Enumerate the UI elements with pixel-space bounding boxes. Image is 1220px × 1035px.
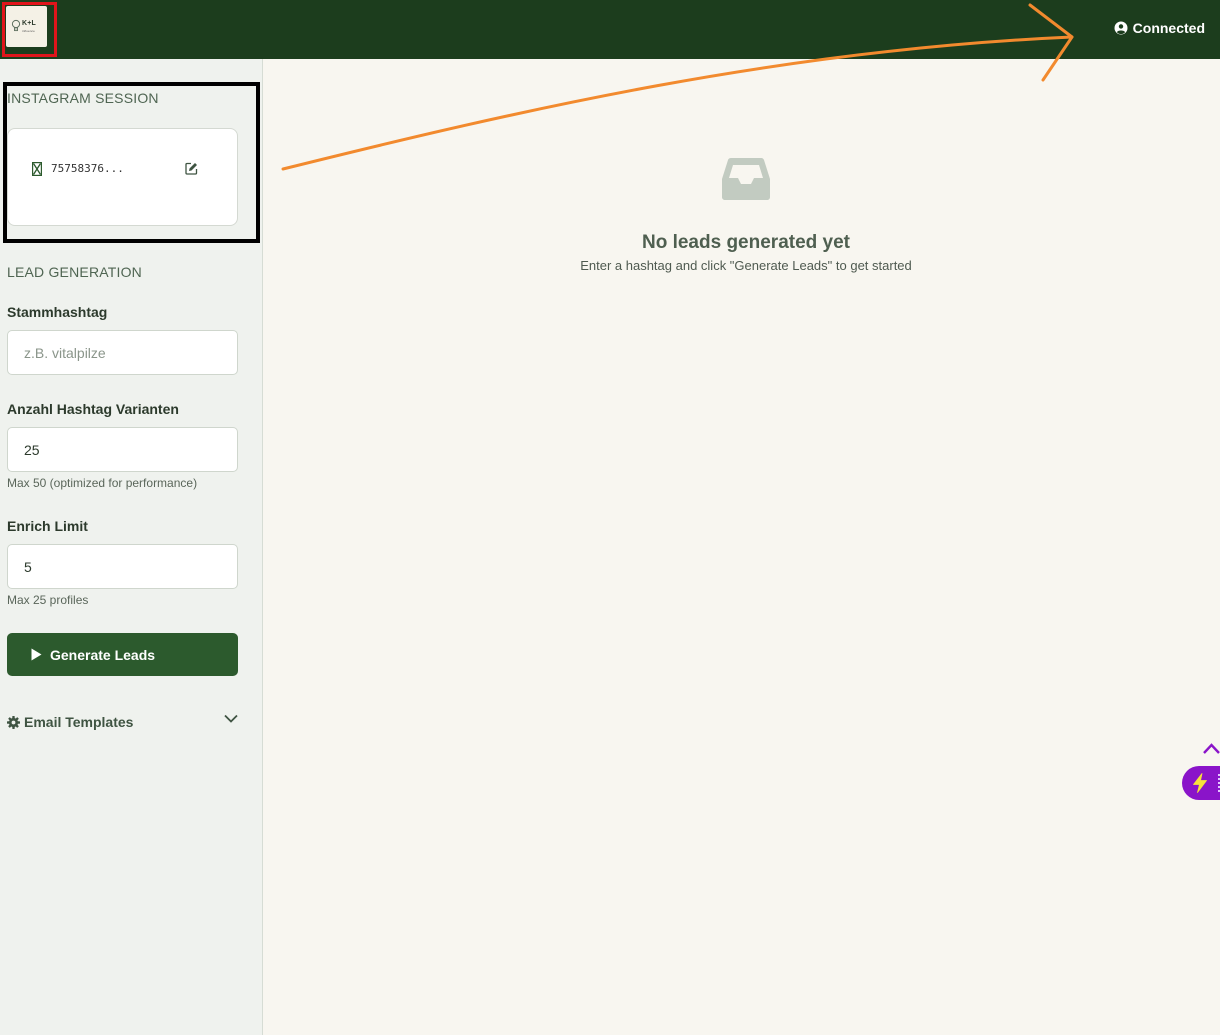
- session-card: 75758376...: [7, 128, 238, 226]
- variants-help-text: Max 50 (optimized for performance): [7, 476, 198, 490]
- instagram-session-title: INSTAGRAM SESSION: [7, 90, 159, 106]
- enrich-limit-label: Enrich Limit: [7, 518, 88, 534]
- variants-input[interactable]: [7, 427, 238, 472]
- edit-icon[interactable]: [185, 162, 198, 175]
- play-icon: [31, 648, 42, 661]
- top-bar: K+L influence Connected: [0, 0, 1220, 59]
- lightbulb-icon: [11, 19, 21, 32]
- hashtag-input[interactable]: [7, 330, 238, 375]
- app-logo[interactable]: K+L influence: [6, 6, 47, 47]
- connection-status-label: Connected: [1132, 20, 1205, 36]
- empty-state-subtitle: Enter a hashtag and click "Generate Lead…: [580, 258, 912, 273]
- hashtag-label: Stammhashtag: [7, 304, 108, 320]
- hourglass-icon: [32, 162, 42, 176]
- chevron-down-icon[interactable]: [224, 714, 238, 723]
- generate-leads-label: Generate Leads: [50, 646, 156, 663]
- gear-icon: [7, 715, 20, 729]
- logo-text: K+L: [22, 20, 37, 27]
- chevron-up-icon[interactable]: [1203, 743, 1220, 754]
- logo-subtext: influence: [22, 29, 35, 33]
- assistant-fab[interactable]: [1182, 766, 1220, 800]
- sidebar: INSTAGRAM SESSION 75758376... LEAD GENER…: [0, 59, 263, 1035]
- email-templates-toggle[interactable]: Email Templates: [7, 711, 241, 733]
- inbox-icon: [722, 158, 770, 200]
- email-templates-label: Email Templates: [24, 714, 134, 730]
- lightning-icon: [1193, 773, 1207, 793]
- user-circle-icon: [1114, 21, 1128, 35]
- enrich-limit-input[interactable]: [7, 544, 238, 589]
- generate-leads-button[interactable]: Generate Leads: [7, 633, 238, 676]
- enrich-limit-help-text: Max 25 profiles: [7, 593, 89, 607]
- session-id: 75758376...: [51, 162, 124, 175]
- connection-status[interactable]: Connected: [1114, 20, 1205, 36]
- empty-state-title: No leads generated yet: [641, 232, 851, 253]
- variants-label: Anzahl Hashtag Varianten: [7, 401, 179, 417]
